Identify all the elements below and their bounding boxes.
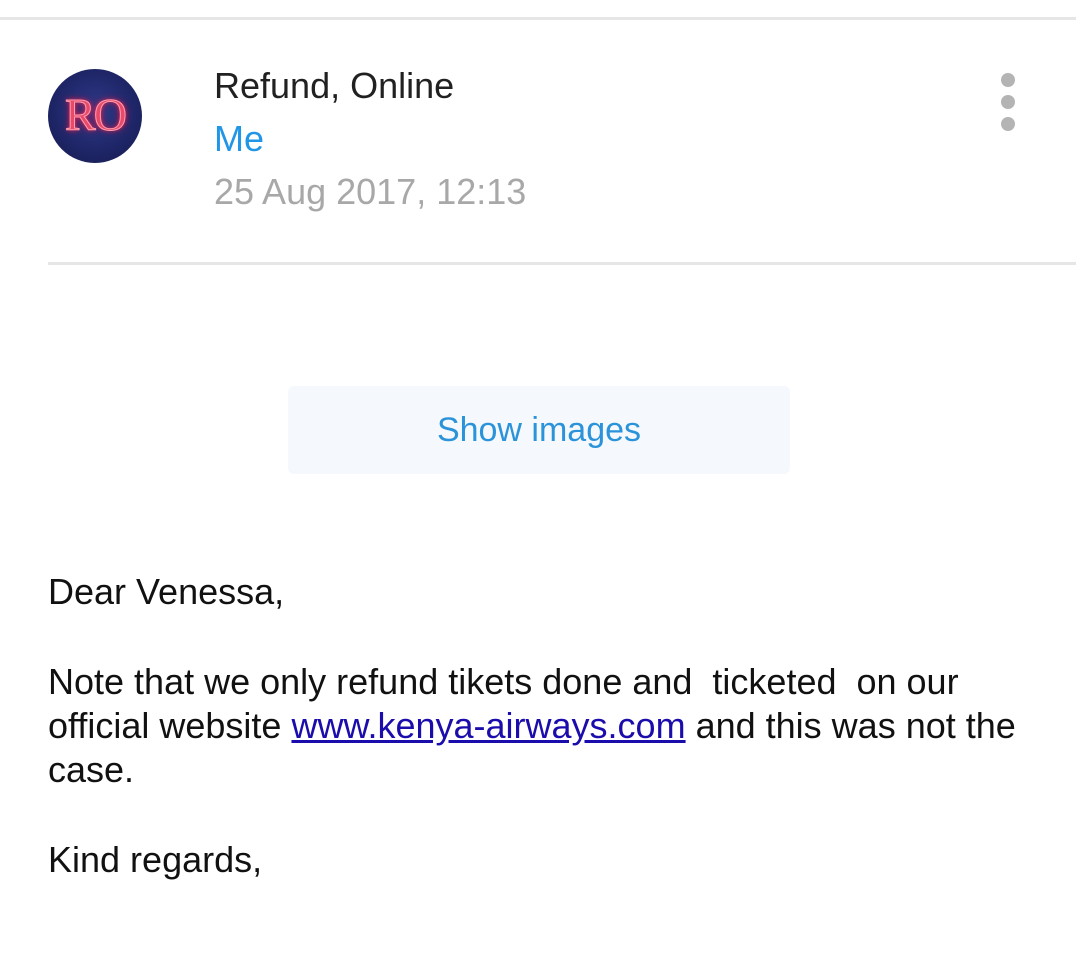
message-paragraph: Note that we only refund tikets done and… bbox=[48, 660, 1048, 792]
header-divider bbox=[48, 262, 1076, 265]
menu-dot bbox=[1001, 73, 1015, 87]
recipient-name[interactable]: Me bbox=[214, 117, 264, 161]
show-images-button[interactable]: Show images bbox=[288, 386, 790, 474]
avatar-initials: RO bbox=[65, 89, 128, 140]
sender-name[interactable]: Refund, Online bbox=[214, 64, 454, 108]
menu-dot bbox=[1001, 95, 1015, 109]
website-link[interactable]: www.kenya-airways.com bbox=[291, 705, 685, 746]
menu-dot bbox=[1001, 117, 1015, 131]
message-timestamp: 25 Aug 2017, 12:13 bbox=[214, 171, 527, 212]
message-greeting: Dear Venessa, bbox=[48, 571, 285, 612]
message-closing: Kind regards, bbox=[48, 839, 263, 880]
message-header: RO Refund, Online Me 25 Aug 2017, 12:13 bbox=[0, 20, 1076, 262]
more-vert-icon[interactable] bbox=[990, 70, 1026, 136]
sender-avatar[interactable]: RO bbox=[48, 69, 142, 163]
